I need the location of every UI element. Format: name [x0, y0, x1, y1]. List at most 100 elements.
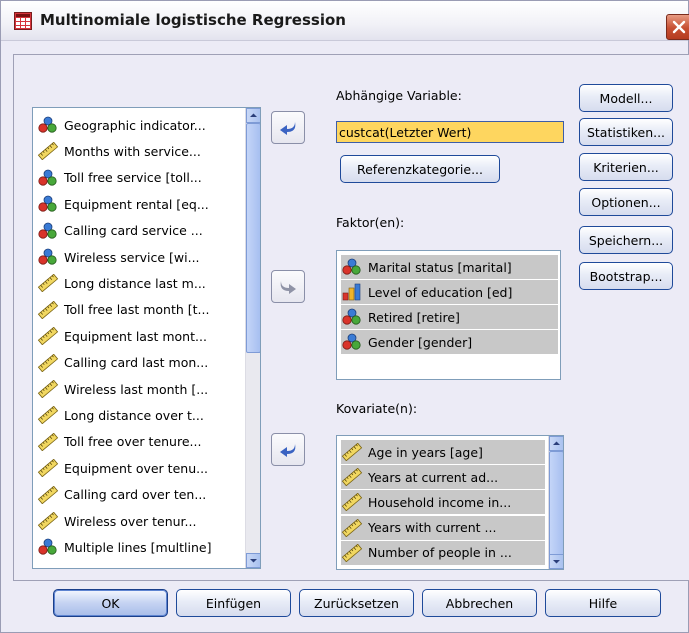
- list-item[interactable]: Level of education [ed]: [341, 280, 558, 304]
- list-item[interactable]: Retired [retire]: [341, 305, 558, 329]
- reset-button[interactable]: Zurücksetzen: [299, 589, 414, 617]
- list-item[interactable]: Toll free service [toll...: [37, 166, 202, 190]
- title-bar[interactable]: Multinomiale logistische Regression: [1, 1, 689, 41]
- arrow-up-icon: [250, 113, 257, 117]
- list-item[interactable]: Years at current ad...: [341, 465, 545, 490]
- nominal-icon: [37, 538, 59, 556]
- list-item-label: Gender [gender]: [368, 334, 473, 350]
- scroll-down-arrow[interactable]: [246, 553, 260, 568]
- factors-list[interactable]: Marital status [marital] Level of educati…: [336, 250, 561, 380]
- options-button[interactable]: Optionen...: [579, 188, 673, 216]
- source-variable-list[interactable]: Geographic indicator... Months with servi…: [32, 107, 261, 569]
- list-item-label: Toll free over tenure...: [64, 434, 202, 450]
- list-item-label: Marital status [marital]: [368, 259, 512, 275]
- scale-icon: [37, 274, 59, 293]
- list-item[interactable]: Toll free over tenure...: [37, 430, 201, 454]
- close-icon: [672, 20, 686, 34]
- list-item[interactable]: Long distance last m...: [37, 271, 206, 295]
- list-item-label: Calling card last mon...: [64, 355, 209, 371]
- dependent-variable-field[interactable]: custcat(Letzter Wert): [336, 121, 564, 143]
- scroll-thumb[interactable]: [246, 123, 260, 353]
- list-item-label: Toll free service [toll...: [64, 170, 202, 186]
- list-item-label: Toll free last month [t...: [64, 302, 210, 318]
- scale-icon: [37, 326, 59, 346]
- list-item[interactable]: Age in years [age]: [341, 440, 545, 464]
- dependent-variable-label: Abhängige Variable:: [336, 88, 462, 103]
- scale-icon: [37, 432, 59, 452]
- list-item[interactable]: Wireless over tenur...: [37, 509, 196, 533]
- scale-icon: [37, 353, 59, 372]
- list-item[interactable]: Calling card last mon...: [37, 351, 208, 375]
- list-item[interactable]: Multiple lines [multline]: [37, 535, 211, 559]
- cancel-button[interactable]: Abbrechen: [422, 589, 537, 617]
- list-item[interactable]: Household income in...: [341, 490, 545, 515]
- list-item[interactable]: Calling card over ten...: [37, 483, 206, 507]
- scroll-up-arrow[interactable]: [246, 108, 260, 123]
- list-item[interactable]: Toll free last month [t...: [37, 298, 209, 322]
- nominal-icon: [37, 169, 59, 187]
- move-to-factors-button[interactable]: [271, 270, 305, 303]
- list-item-label: Long distance over t...: [64, 407, 204, 423]
- list-item[interactable]: Number of people in ...: [341, 540, 545, 565]
- nominal-icon: [37, 248, 59, 266]
- list-item-label: Wireless over tenur...: [64, 513, 197, 529]
- list-item-label: Wireless service [wi...: [64, 249, 200, 265]
- list-item-label: Level of education [ed]: [368, 284, 513, 300]
- arrow-down-icon: [250, 559, 257, 563]
- list-item-label: Equipment last mont...: [64, 328, 207, 344]
- scroll-up-arrow[interactable]: [549, 436, 563, 451]
- scale-icon: [341, 467, 363, 487]
- paste-button[interactable]: Einfügen: [176, 589, 291, 617]
- list-item-label: Calling card service ...: [64, 223, 203, 239]
- list-item[interactable]: Years with current ...: [341, 515, 545, 540]
- scale-icon: [37, 511, 59, 531]
- nominal-icon: [341, 308, 363, 326]
- scale-icon: [341, 518, 363, 537]
- scroll-thumb[interactable]: [549, 451, 563, 556]
- reference-category-button[interactable]: Referenzkategorie...: [340, 155, 500, 183]
- list-item-label: Months with service...: [64, 143, 201, 159]
- nominal-icon: [341, 333, 363, 351]
- list-item-label: Retired [retire]: [368, 309, 460, 325]
- list-item[interactable]: Wireless service [wi...: [37, 245, 200, 269]
- list-item-label: Equipment rental [eq...: [64, 196, 209, 212]
- covariates-scrollbar[interactable]: [548, 436, 563, 569]
- scale-icon: [341, 493, 363, 512]
- scale-icon: [341, 543, 363, 563]
- nominal-icon: [341, 258, 363, 276]
- list-item[interactable]: Equipment last mont...: [37, 324, 207, 348]
- list-item[interactable]: Calling card service ...: [37, 219, 203, 243]
- curved-arrow-right-icon: [280, 280, 296, 294]
- nominal-icon: [37, 195, 59, 213]
- list-item[interactable]: Geographic indicator...: [37, 113, 206, 137]
- list-item-label: Years at current ad...: [368, 469, 499, 485]
- scale-icon: [37, 458, 59, 478]
- list-item[interactable]: Long distance over t...: [37, 403, 204, 427]
- list-item[interactable]: Equipment over tenu...: [37, 456, 208, 480]
- statistics-button[interactable]: Statistiken...: [579, 118, 673, 146]
- bootstrap-button[interactable]: Bootstrap...: [579, 262, 673, 290]
- scale-icon: [37, 300, 59, 320]
- list-item[interactable]: Months with service...: [37, 139, 201, 163]
- close-button[interactable]: [666, 14, 689, 40]
- covariates-list[interactable]: Age in years [age] Years at current ad...…: [336, 435, 564, 570]
- arrow-up-icon: [553, 441, 560, 445]
- curved-arrow-left-icon: [280, 121, 296, 135]
- list-item[interactable]: Equipment rental [eq...: [37, 192, 209, 216]
- list-item-label: Long distance last m...: [64, 275, 206, 291]
- model-button[interactable]: Modell...: [579, 84, 673, 112]
- list-item[interactable]: Wireless last month [...: [37, 377, 208, 401]
- nominal-icon: [37, 116, 59, 134]
- criteria-button[interactable]: Kriterien...: [579, 153, 673, 181]
- scroll-down-arrow[interactable]: [549, 554, 563, 569]
- move-to-covariates-button[interactable]: [271, 433, 305, 466]
- source-list-scrollbar[interactable]: [245, 108, 260, 568]
- save-button[interactable]: Speichern...: [579, 226, 673, 254]
- help-button[interactable]: Hilfe: [545, 589, 661, 617]
- list-item[interactable]: Marital status [marital]: [341, 255, 558, 279]
- move-to-dependent-button[interactable]: [271, 111, 305, 144]
- scale-icon: [37, 406, 59, 425]
- list-item-label: Years with current ...: [368, 520, 497, 536]
- list-item[interactable]: Gender [gender]: [341, 330, 558, 354]
- ok-button[interactable]: OK: [53, 589, 168, 617]
